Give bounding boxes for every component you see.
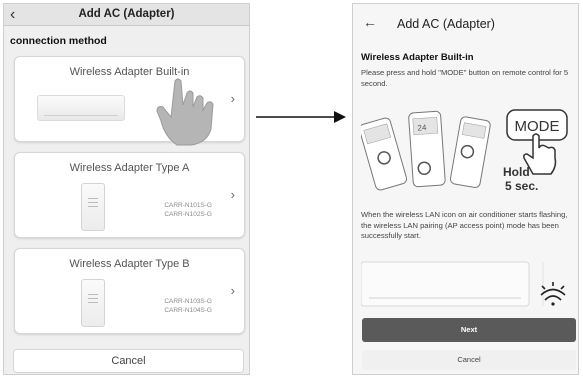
adapter-image xyxy=(81,279,105,327)
svg-text:24: 24 xyxy=(417,123,427,133)
right-header-bar: ← Add AC (Adapter) xyxy=(353,4,578,42)
hold-label: Hold xyxy=(503,165,530,179)
instruction-heading: Wireless Adapter Built-in xyxy=(361,52,474,63)
cancel-button[interactable]: Cancel xyxy=(13,349,244,373)
chevron-right-icon: › xyxy=(230,283,235,298)
hand-pointer-icon xyxy=(156,78,214,146)
option-type-b-card[interactable]: Wireless Adapter Type B CARR-N103S-G CAR… xyxy=(14,248,245,334)
option-built-in-card[interactable]: Wireless Adapter Built-in › xyxy=(14,56,245,146)
arrow-right-icon xyxy=(256,111,346,123)
seconds-label: 5 sec. xyxy=(505,179,538,193)
model-label: CARR-N103S-G xyxy=(164,298,212,305)
ac-unit-image xyxy=(37,95,125,121)
model-list: CARR-N103S-G CARR-N104S-G xyxy=(164,297,212,315)
arrow-left-icon[interactable]: ← xyxy=(363,14,377,30)
instruction-text: Please press and hold "MODE" button on r… xyxy=(361,68,569,88)
model-label: CARR-N102S-G xyxy=(164,211,212,218)
model-label: CARR-N104S-G xyxy=(164,307,212,314)
cancel-button[interactable]: Cancel xyxy=(362,350,576,370)
air-conditioner-illustration xyxy=(361,261,566,307)
chevron-right-icon: › xyxy=(230,91,235,106)
remote-control-icon: 24 xyxy=(408,110,446,188)
mode-button-label: MODE xyxy=(515,118,560,135)
remote-mode-illustration: 24 MODE Hold 5 sec. xyxy=(361,109,568,193)
connection-method-label: connection method xyxy=(10,35,107,47)
option-title: Wireless Adapter Type A xyxy=(69,162,190,174)
option-title: Wireless Adapter Type B xyxy=(69,258,190,270)
right-phone-screen: ← Add AC (Adapter) Wireless Adapter Buil… xyxy=(352,3,579,375)
remote-control-icon xyxy=(449,116,491,188)
left-phone-screen: ‹ Add AC (Adapter) connection method Wir… xyxy=(3,3,250,375)
option-type-a-card[interactable]: Wireless Adapter Type A CARR-N101S-G CAR… xyxy=(14,152,245,238)
model-list: CARR-N101S-G CARR-N102S-G xyxy=(164,201,212,219)
chevron-right-icon: › xyxy=(230,187,235,202)
model-label: CARR-N101S-G xyxy=(164,202,212,209)
remote-control-icon xyxy=(361,117,408,191)
adapter-image xyxy=(81,183,105,231)
pairing-status-text: When the wireless LAN icon on air condit… xyxy=(361,210,568,240)
right-page-title: Add AC (Adapter) xyxy=(397,17,495,31)
next-button[interactable]: Next xyxy=(362,318,576,342)
wifi-icon xyxy=(540,282,566,306)
left-header-bar: ‹ Add AC (Adapter) xyxy=(4,4,249,26)
left-page-title: Add AC (Adapter) xyxy=(78,8,175,20)
